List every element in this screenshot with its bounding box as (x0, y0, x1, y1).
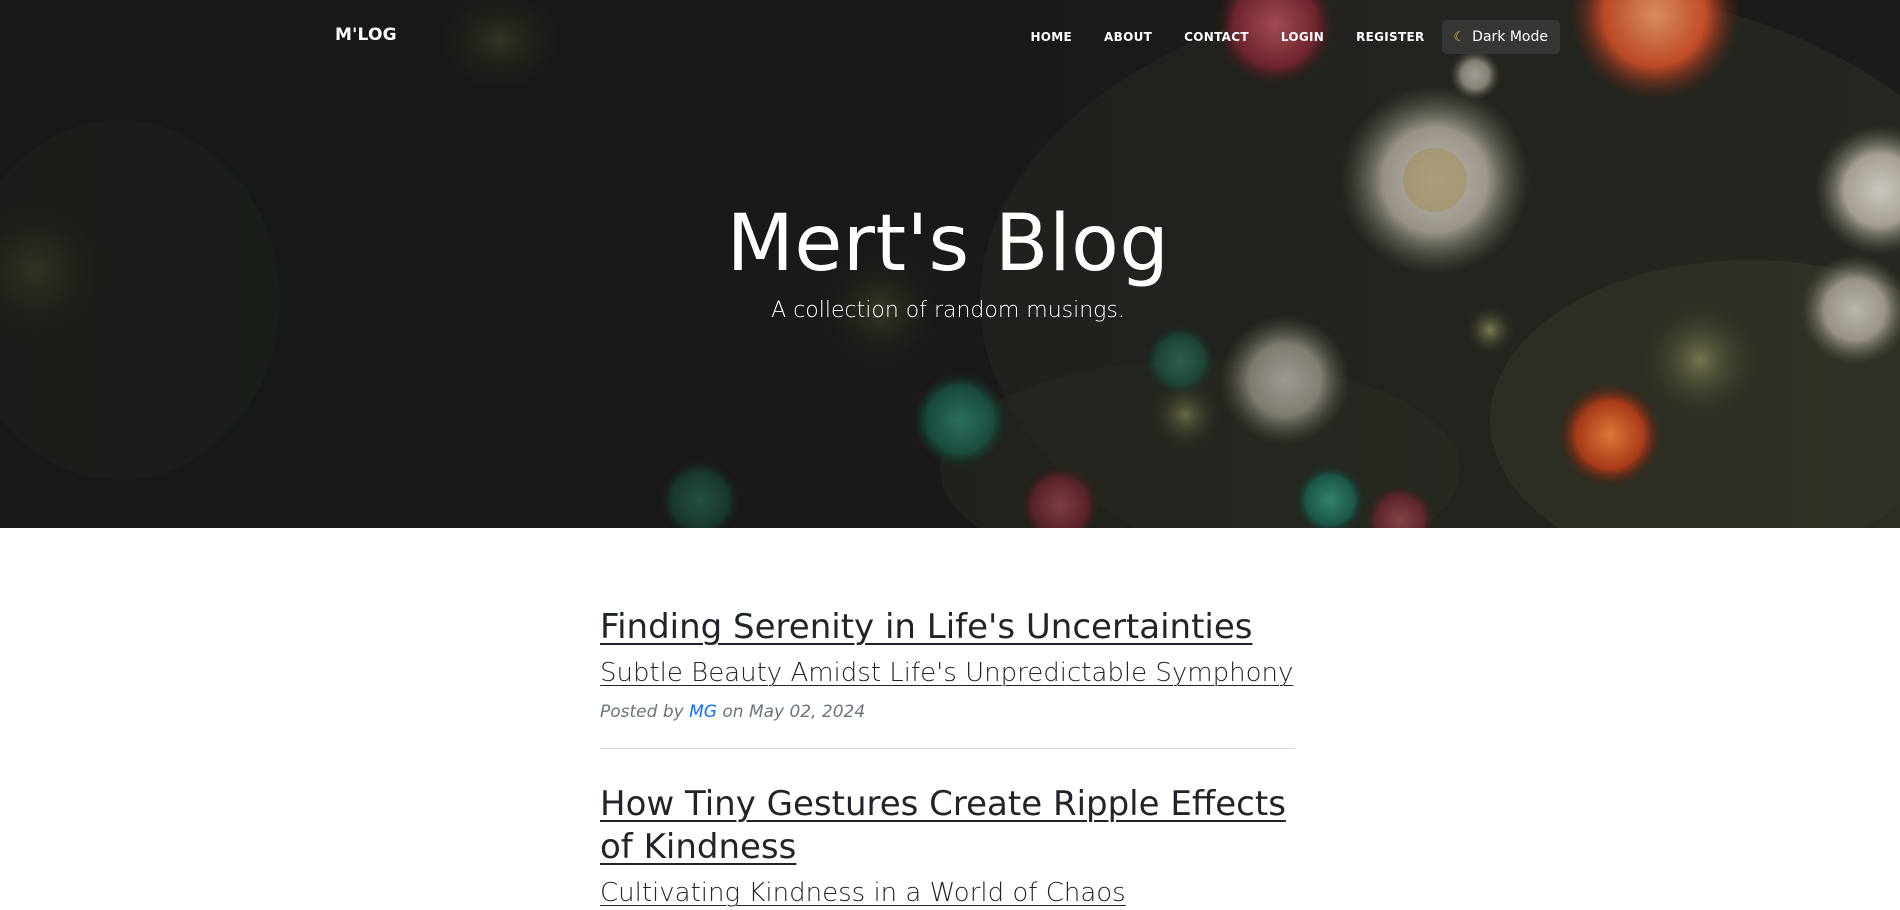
post-meta-prefix: Posted by (600, 702, 684, 722)
dark-mode-label: Dark Mode (1472, 29, 1548, 45)
post-list: Finding Serenity in Life's Uncertainties… (600, 528, 1295, 910)
nav-link-contact[interactable]: CONTACT (1184, 30, 1249, 44)
moon-icon: ☾ (1453, 29, 1466, 45)
brand-logo-link[interactable]: M'LOG (335, 25, 397, 45)
post-author-link[interactable]: MG (689, 702, 717, 722)
nav-link-about[interactable]: ABOUT (1104, 30, 1152, 44)
post-subtitle-link[interactable]: Subtle Beauty Amidst Life's Unpredictabl… (600, 656, 1295, 690)
navbar: M'LOG HOME ABOUT CONTACT LOGIN REGISTER … (0, 0, 1900, 74)
post-date: May 02, 2024 (748, 702, 866, 722)
post-title-link[interactable]: Finding Serenity in Life's Uncertainties (600, 606, 1295, 649)
dark-mode-button[interactable]: ☾ Dark Mode (1441, 20, 1560, 54)
post-meta-on: on (722, 702, 744, 722)
site-title: Mert's Blog (726, 199, 1170, 289)
nav-links: HOME ABOUT CONTACT LOGIN REGISTER ☾ Dark… (1030, 20, 1560, 54)
hero-header: M'LOG HOME ABOUT CONTACT LOGIN REGISTER … (0, 0, 1900, 528)
nav-link-login[interactable]: LOGIN (1281, 30, 1324, 44)
site-heading: Mert's Blog A collection of random musin… (0, 196, 1896, 327)
post-preview: How Tiny Gestures Create Ripple Effects … (600, 749, 1295, 910)
post-subtitle-link[interactable]: Cultivating Kindness in a World of Chaos (600, 876, 1295, 910)
site-subtitle: A collection of random musings. (771, 298, 1125, 323)
post-meta: Posted by MG on May 02, 2024 (600, 702, 1295, 722)
post-preview: Finding Serenity in Life's Uncertainties… (600, 528, 1295, 749)
post-title-link[interactable]: How Tiny Gestures Create Ripple Effects … (600, 783, 1295, 869)
nav-link-register[interactable]: REGISTER (1356, 30, 1424, 44)
nav-link-home[interactable]: HOME (1030, 30, 1072, 44)
